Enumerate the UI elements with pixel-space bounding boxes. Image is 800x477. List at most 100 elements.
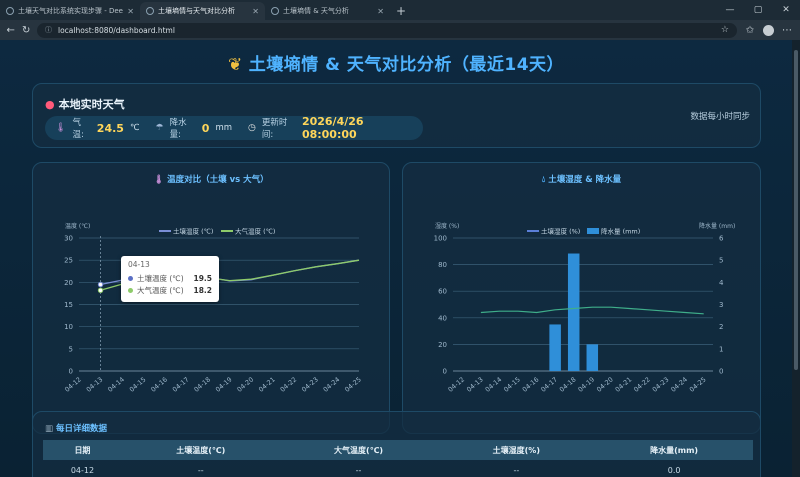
page-scrollbar[interactable] [792, 40, 800, 477]
rain-unit: mm [215, 123, 232, 133]
time-label: 更新时间: [261, 118, 288, 140]
minimize-icon[interactable]: — [716, 0, 744, 20]
table-row: 04-12 -- -- -- 0.0 [43, 462, 753, 477]
weather-summary: 🌡︎ 气温: 24.5 ℃ ☂ 降水量: 0 mm ◷ 更新时间: 2026/4… [45, 115, 423, 141]
tab-globe-icon [146, 7, 154, 15]
tab-close-icon[interactable]: ✕ [127, 7, 134, 16]
x-tick-label: 04-19 [577, 375, 597, 393]
x-tick-label: 04-25 [688, 375, 708, 393]
x-tick-label: 04-21 [614, 375, 634, 393]
close-window-icon[interactable]: ✕ [772, 0, 800, 20]
cell-air-temp: -- [355, 465, 362, 475]
wheat-icon: ❦ [227, 55, 243, 75]
y-tick-label: 15 [64, 301, 73, 309]
reload-icon[interactable]: ↻ [22, 25, 32, 36]
y2-tick-label: 4 [719, 279, 724, 287]
location-pin-icon: ● [45, 98, 55, 111]
browser-tab-bar: 土壤天气对比系统实现步骤 - Dee ✕ 土壤墒情与天气对比分析 ✕ 土壤墒情 … [0, 0, 800, 20]
y2-tick-label: 5 [719, 257, 723, 265]
address-bar: ← ↻ ⓘ localhost:8080/dashboard.html ☆ ✩ … [0, 20, 800, 40]
url-input[interactable]: ⓘ localhost:8080/dashboard.html ☆ [37, 22, 737, 38]
x-tick-label: 04-20 [595, 375, 615, 393]
legend-label-humidity: 土壤湿度 (%) [541, 227, 580, 236]
y-axis-label: 湿度 (%) [435, 222, 459, 230]
x-tick-label: 04-17 [171, 375, 191, 393]
legend-dot [128, 275, 133, 281]
time-value: 2026/4/26 08:00:00 [301, 115, 364, 141]
y2-tick-label: 2 [719, 323, 723, 331]
maximize-icon[interactable]: ▢ [744, 0, 772, 20]
tab-close-icon[interactable]: ✕ [377, 7, 384, 16]
table-header: 日期 土壤温度(℃) 大气温度(℃) 土壤湿度(%) 降水量(mm) [43, 440, 753, 460]
more-menu-icon[interactable]: ⋯ [780, 25, 794, 36]
y-tick-label: 0 [443, 368, 447, 376]
browser-tab-3[interactable]: 土壤墒情 & 天气分析 ✕ [265, 2, 390, 20]
y-tick-label: 5 [69, 345, 73, 353]
x-tick-label: 04-14 [106, 375, 126, 393]
temp-unit: ℃ [129, 123, 140, 133]
chart-tooltip: 04-13 土壤温度 (℃) 19.5 大气温度 (℃) 18.2 [121, 256, 219, 302]
x-tick-label: 04-12 [447, 375, 467, 393]
info-icon[interactable]: ⓘ [45, 25, 52, 35]
cell-rain: 0.0 [667, 465, 681, 475]
x-tick-label: 04-13 [85, 375, 105, 393]
y-tick-label: 30 [64, 235, 73, 243]
x-tick-label: 04-22 [632, 375, 652, 393]
window-controls: — ▢ ✕ [716, 0, 800, 20]
y-axis-label: 温度 (℃) [65, 222, 90, 230]
x-tick-label: 04-25 [343, 375, 363, 393]
page-title: ❦ 土壤墒情 & 天气对比分析（最近14天） [227, 55, 565, 75]
col-header-air-temp: 大气温度(℃) [334, 445, 384, 455]
browser-tab-2[interactable]: 土壤墒情与天气对比分析 ✕ [140, 2, 265, 20]
legend-dot [128, 287, 133, 293]
humidity-line [480, 306, 704, 315]
favorites-icon[interactable]: ✩ [743, 25, 757, 36]
x-tick-label: 04-17 [539, 375, 559, 393]
back-arrow-icon[interactable]: ← [6, 25, 16, 36]
table-title: ▥ 每日详细数据 [45, 424, 108, 434]
rain-bar [549, 324, 561, 371]
profile-avatar[interactable] [763, 24, 774, 36]
x-tick-label: 04-23 [651, 375, 671, 393]
x-tick-label: 04-15 [128, 375, 148, 393]
col-header-soil-humidity: 土壤湿度(%) [492, 445, 540, 455]
y2-tick-label: 0 [719, 368, 723, 376]
humidity-rain-chart-panel: 💧︎ 土壤湿度 & 降水量 土壤湿度 (%) 降水量 (mm) 湿度 (%) 降水量 … [402, 162, 761, 434]
legend-swatch-rain [587, 228, 599, 234]
scroll-thumb[interactable] [794, 50, 798, 370]
sync-note: 数据每小时同步 [690, 112, 750, 122]
x-tick-label: 04-16 [149, 375, 169, 393]
tab-globe-icon [271, 7, 279, 15]
browser-tab-1[interactable]: 土壤天气对比系统实现步骤 - Dee ✕ [0, 2, 140, 20]
y-tick-label: 60 [438, 288, 447, 296]
tooltip-row-air: 大气温度 (℃) 18.2 [128, 284, 212, 296]
tab-close-icon[interactable]: ✕ [252, 7, 259, 16]
rain-bar [567, 253, 580, 371]
x-tick-label: 04-13 [465, 375, 485, 393]
legend-label-air: 大气温度 (℃) [235, 227, 275, 236]
hover-point [97, 281, 104, 288]
bookmark-star-icon[interactable]: ☆ [721, 25, 729, 35]
y-tick-label: 25 [64, 257, 73, 265]
rain-label: 降水量: [169, 118, 187, 140]
tab-label: 土壤墒情 & 天气分析 [283, 7, 349, 15]
new-tab-button[interactable]: + [390, 2, 412, 20]
legend-label-soil: 土壤温度 (℃) [173, 227, 213, 236]
page-viewport: ❦ 土壤墒情 & 天气对比分析（最近14天） ● 本地实时天气 🌡︎ 气温: 24.… [0, 40, 792, 477]
x-tick-label: 04-15 [502, 375, 522, 393]
y-tick-label: 20 [438, 341, 447, 349]
y-tick-label: 0 [69, 368, 73, 376]
daily-table-panel: ▥ 每日详细数据 日期 土壤温度(℃) 大气温度(℃) 土壤湿度(%) 降水量(… [32, 411, 761, 477]
rain-icon: ☂ [155, 123, 164, 133]
temp-value: 24.5 [96, 121, 124, 135]
y2-tick-label: 6 [719, 235, 724, 243]
x-tick-label: 04-24 [322, 375, 342, 393]
cell-soil-humidity: -- [513, 465, 520, 475]
x-tick-label: 04-21 [257, 375, 277, 393]
x-tick-label: 04-22 [279, 375, 299, 393]
humidity-rain-chart[interactable]: 土壤湿度 (%) 降水量 (mm)湿度 (%) 降水量 (mm)0204060801… [403, 163, 762, 435]
y2-tick-label: 1 [719, 345, 723, 353]
rain-value: 0 [201, 121, 210, 135]
x-tick-label: 04-18 [558, 375, 578, 393]
x-tick-label: 04-20 [236, 375, 256, 393]
